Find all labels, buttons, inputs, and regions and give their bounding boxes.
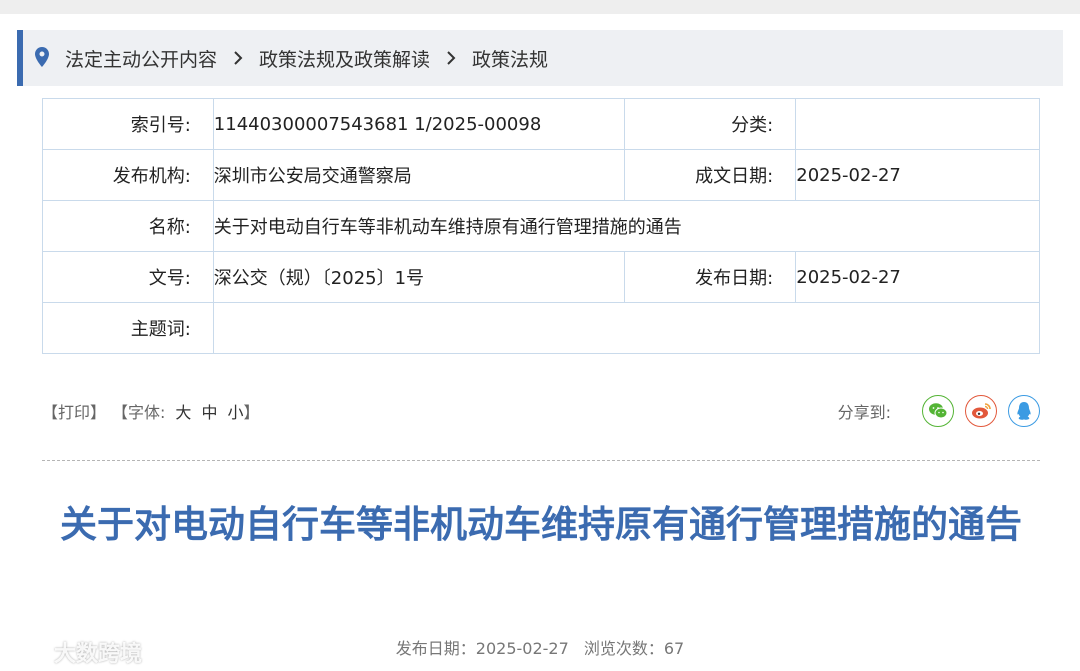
location-pin-icon	[35, 47, 53, 69]
print-link[interactable]: 【打印】	[42, 399, 106, 423]
created-date-label: 成文日期:	[624, 149, 797, 201]
article-toolbar: 【打印】 【字体: 大 中 小 】 分享到:	[42, 395, 1040, 427]
doc-name-label: 名称:	[42, 200, 214, 252]
view-count-label: 浏览次数：	[583, 639, 664, 658]
publish-date-label: 发布日期:	[624, 251, 797, 303]
keywords-value	[212, 302, 1041, 354]
chevron-right-icon	[446, 51, 456, 65]
index-number-value: 11440300007543681 1/2025-00098	[212, 98, 626, 150]
chevron-right-icon	[233, 51, 243, 65]
index-number-label: 索引号:	[42, 98, 214, 150]
font-size-suffix: 】	[243, 403, 260, 422]
doc-number-value: 深公交（规）〔2025〕1号	[212, 251, 626, 303]
publish-date-value: 2025-02-27	[475, 639, 569, 658]
article-publish-info: 发布日期：2025-02-27 浏览次数：67	[0, 635, 1080, 659]
table-row: 名称: 关于对电动自行车等非机动车维持原有通行管理措施的通告	[42, 200, 1041, 252]
watermark-logo-icon	[4, 639, 48, 665]
font-medium-button[interactable]: 中	[201, 399, 217, 423]
font-size-prefix: 【字体:	[112, 403, 166, 422]
breadcrumb: 法定主动公开内容 政策法规及政策解读 政策法规	[17, 30, 1063, 86]
share-label: 分享到:	[837, 403, 891, 422]
breadcrumb-item-policy-regulations[interactable]: 政策法规	[472, 45, 548, 72]
table-row: 索引号: 11440300007543681 1/2025-00098 分类:	[42, 98, 1040, 150]
share-group: 分享到:	[838, 395, 1040, 427]
category-label: 分类:	[624, 98, 797, 150]
watermark-text: 大数跨境	[54, 642, 143, 667]
publish-date-value: 2025-02-27	[795, 251, 1040, 303]
weibo-icon[interactable]	[965, 395, 997, 427]
doc-number-label: 文号:	[42, 251, 214, 303]
doc-name-value: 关于对电动自行车等非机动车维持原有通行管理措施的通告	[212, 200, 1041, 252]
font-large-button[interactable]: 大	[175, 399, 191, 423]
table-row: 主题词:	[42, 302, 1041, 354]
divider	[42, 460, 1040, 461]
document-metadata-table: 索引号: 11440300007543681 1/2025-00098 分类: …	[42, 98, 1041, 354]
publisher-value: 深圳市公安局交通警察局	[212, 149, 626, 201]
breadcrumb-item-policy-interpretation[interactable]: 政策法规及政策解读	[259, 45, 430, 72]
top-strip	[0, 0, 1080, 14]
category-value	[795, 98, 1040, 150]
qq-icon[interactable]	[1008, 395, 1040, 427]
wechat-icon[interactable]	[922, 395, 954, 427]
article-title: 关于对电动自行车等非机动车维持原有通行管理措施的通告	[60, 503, 1022, 546]
view-count-value: 67	[663, 639, 685, 658]
breadcrumb-item-public-content[interactable]: 法定主动公开内容	[65, 45, 217, 72]
watermark: 大数跨境	[4, 636, 142, 668]
created-date-value: 2025-02-27	[795, 149, 1040, 201]
table-row: 发布机构: 深圳市公安局交通警察局 成文日期: 2025-02-27	[42, 149, 1040, 201]
table-row: 文号: 深公交（规）〔2025〕1号 发布日期: 2025-02-27	[42, 251, 1040, 303]
font-small-button[interactable]: 小	[227, 399, 243, 423]
keywords-label: 主题词:	[42, 302, 214, 354]
publish-date-label: 发布日期：	[395, 639, 476, 658]
publisher-label: 发布机构:	[42, 149, 214, 201]
